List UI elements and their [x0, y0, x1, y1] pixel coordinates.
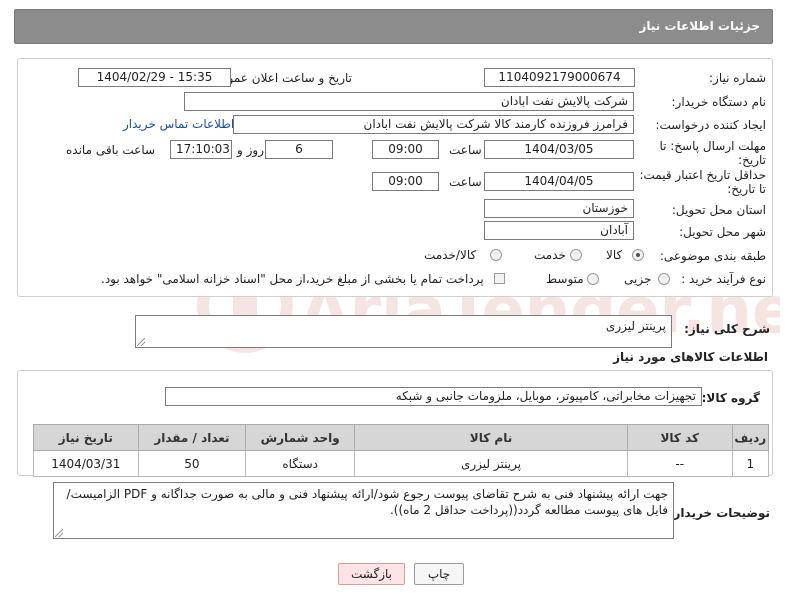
buyer-org-field: شرکت پالایش نفت ابادان [184, 92, 634, 111]
print-button[interactable]: چاپ [414, 563, 464, 585]
province-label: استان محل تحویل: [671, 203, 766, 217]
process-label: نوع فرآیند خرید : [681, 272, 766, 286]
cell-item-name: پرینتر لیزری [354, 450, 628, 477]
summary-field: پرینتر لیزری [135, 315, 672, 348]
validity-label-date: تا تاریخ: [727, 182, 766, 196]
col-unit: واحد شمارش [245, 424, 356, 451]
page-title: جزئیات اطلاعات نیاز [639, 19, 760, 33]
category-goods-radio[interactable] [632, 249, 644, 261]
buyer-org-label: نام دستگاه خریدار: [671, 95, 767, 109]
announce-field: 1404/02/29 - 15:35 [78, 68, 231, 87]
creator-label: ایجاد کننده درخواست: [655, 118, 766, 132]
deadline-label: مهلت ارسال پاسخ: تا [659, 139, 766, 153]
cell-item-code: -- [626, 450, 733, 477]
col-row-number: ردیف [731, 424, 770, 451]
goods-group-field: تجهیزات مخابراتی، کامپیوتر، موبایل، ملزو… [165, 387, 702, 406]
process-minor-label: جزیی [624, 272, 652, 286]
cell-need-date: 1404/03/31 [33, 450, 139, 477]
col-need-date: تاریخ نیاز [33, 424, 139, 451]
need-number-field: 1104092179000674 [484, 68, 635, 87]
col-item-name: نام کالا [354, 424, 628, 451]
city-field: آبادان [484, 221, 634, 240]
deadline-time-field: 09:00 [372, 140, 439, 159]
buyer-notes-field: جهت ارائه پیشنهاد فنی به شرح تقاضای پیوس… [53, 482, 674, 539]
creator-field: فرامرز فروزنده کارمند کالا شرکت پالایش ن… [233, 115, 634, 134]
goods-table-header: ردیف کد کالا نام کالا واحد شمارش تعداد /… [33, 424, 770, 451]
validity-label: حداقل تاریخ اعتبار قیمت: [639, 168, 766, 182]
treasury-payment-note: پرداخت تمام یا بخشی از مبلغ خرید،از محل … [101, 272, 484, 286]
province-field: خوزستان [484, 199, 634, 218]
cell-unit: دستگاه [245, 450, 356, 477]
city-label: شهر محل تحویل: [679, 225, 766, 239]
back-button[interactable]: بازگشت [338, 563, 405, 585]
buyer-notes-label: توضیحات خریدار: [668, 506, 770, 520]
resize-grip-icon[interactable] [137, 338, 145, 346]
goods-table: ردیف کد کالا نام کالا واحد شمارش تعداد /… [33, 424, 770, 477]
process-medium-label: متوسط [546, 272, 584, 286]
buyer-notes-value: جهت ارائه پیشنهاد فنی به شرح تقاضای پیوس… [66, 487, 668, 517]
category-service-radio[interactable] [570, 249, 582, 261]
summary-value: پرینتر لیزری [605, 319, 666, 333]
deadline-label-date: تاریخ: [738, 153, 766, 167]
col-quantity: تعداد / مقدار [137, 424, 247, 451]
cell-quantity: 50 [137, 450, 247, 477]
treasury-payment-checkbox[interactable] [494, 273, 505, 284]
category-service-label: خدمت [534, 248, 566, 262]
remaining-time-label: ساعت باقی مانده [66, 143, 156, 157]
category-label: طبقه بندی موضوعی: [659, 249, 766, 263]
category-both-label: کالا/خدمت [424, 248, 477, 262]
cell-row-number: 1 [731, 450, 770, 477]
category-goods-label: کالا [606, 248, 623, 262]
days-remaining-field: 6 [265, 140, 333, 159]
goods-group-label: گروه کالا: [701, 391, 760, 405]
notes-resize-grip-icon[interactable] [55, 529, 63, 537]
need-number-label: شماره نیاز: [709, 71, 766, 85]
days-label: روز و [237, 143, 264, 157]
process-medium-radio[interactable] [587, 273, 599, 285]
goods-section-title: اطلاعات کالاهای مورد نیاز [613, 350, 768, 364]
summary-label: شرح کلی نیاز: [684, 322, 770, 336]
deadline-time-label: ساعت [449, 143, 482, 157]
col-item-code: کد کالا [626, 424, 733, 451]
category-both-radio[interactable] [490, 249, 502, 261]
page-header: جزئیات اطلاعات نیاز [14, 9, 773, 44]
table-row: 1 -- پرینتر لیزری دستگاه 50 1404/03/31 [33, 450, 770, 477]
buyer-contact-link[interactable]: اطلاعات تماس خریدار [123, 117, 234, 131]
remaining-time-field: 17:10:03 [170, 140, 232, 159]
validity-time-field: 09:00 [372, 172, 439, 191]
deadline-date-field: 1404/03/05 [484, 140, 634, 159]
validity-time-label: ساعت [449, 175, 482, 189]
validity-date-field: 1404/04/05 [484, 172, 634, 191]
process-minor-radio[interactable] [658, 273, 670, 285]
